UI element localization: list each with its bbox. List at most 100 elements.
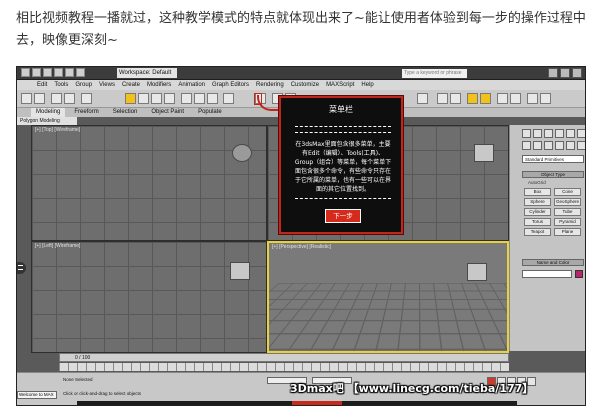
modify-tab-icon[interactable]	[533, 129, 542, 138]
tab-populate[interactable]: Populate	[193, 108, 227, 117]
reference-coord-dropdown[interactable]	[223, 93, 234, 104]
render-frame-icon[interactable]	[527, 93, 538, 104]
menu-modifiers[interactable]: Modifiers	[147, 82, 171, 88]
object-type-rollout[interactable]: Object Type	[522, 171, 584, 178]
viewport-left-label[interactable]: [+] [Left] [Wireframe]	[35, 243, 80, 249]
name-color-rollout[interactable]: Name and Color	[522, 259, 584, 266]
create-tab-icon[interactable]	[522, 129, 531, 138]
save-file-icon[interactable]	[54, 68, 63, 77]
tab-modeling[interactable]: Modeling	[31, 108, 66, 117]
lights-icon[interactable]	[544, 141, 553, 150]
selection-filter-dropdown[interactable]	[81, 93, 92, 104]
helpers-icon[interactable]	[566, 141, 575, 150]
render-setup-icon[interactable]	[510, 93, 521, 104]
viewport-perspective-label[interactable]: [+] [Perspective] [Realistic]	[272, 244, 331, 250]
tab-object-paint[interactable]: Object Paint	[146, 108, 189, 117]
curve-editor-icon[interactable]	[480, 93, 491, 104]
menu-edit[interactable]: Edit	[37, 82, 47, 88]
viewcube-icon[interactable]	[474, 144, 494, 162]
redo-tool-icon[interactable]	[34, 93, 45, 104]
menu-tools[interactable]: Tools	[54, 82, 68, 88]
named-selection-set-dropdown[interactable]	[417, 93, 428, 104]
menu-rendering[interactable]: Rendering	[256, 82, 284, 88]
link-icon[interactable]	[51, 93, 62, 104]
cone-button[interactable]: Cone	[554, 188, 581, 196]
primitive-type-dropdown[interactable]: Standard Primitives	[522, 155, 584, 163]
viewcube-icon[interactable]	[230, 262, 250, 280]
material-editor-icon[interactable]	[497, 93, 508, 104]
geometry-icon[interactable]	[522, 141, 531, 150]
minimize-icon[interactable]	[548, 68, 558, 78]
viewport-top-label[interactable]: [+] [Top] [Wireframe]	[35, 127, 80, 133]
move-icon[interactable]	[181, 93, 192, 104]
scale-icon[interactable]	[207, 93, 218, 104]
hierarchy-tab-icon[interactable]	[544, 129, 553, 138]
cylinder-button[interactable]: Cylinder	[524, 208, 551, 216]
app-logo-icon[interactable]	[21, 68, 30, 77]
menu-create[interactable]: Create	[122, 82, 140, 88]
timeline-ruler[interactable]	[59, 363, 509, 371]
tab-freeform[interactable]: Freeform	[69, 108, 103, 117]
collapse-handle-icon[interactable]	[17, 262, 26, 274]
workspace-selector[interactable]: Workspace: Default	[117, 68, 177, 78]
popup-body: 在3dsMax里面包含很多菜单，主要有Edit（编辑）、Tools(工具)、Gr…	[294, 141, 392, 193]
window-crossing-icon[interactable]	[164, 93, 175, 104]
viewport-left[interactable]: [+] [Left] [Wireframe]	[31, 241, 267, 353]
frame-counter: 0 / 100	[75, 355, 91, 361]
open-file-icon[interactable]	[43, 68, 52, 77]
menu-graph-editors[interactable]: Graph Editors	[212, 82, 249, 88]
unlink-icon[interactable]	[64, 93, 75, 104]
mirror-icon[interactable]	[437, 93, 448, 104]
autogrid-checkbox[interactable]: AutoGrid	[528, 180, 546, 185]
polygon-modeling-panel[interactable]: Polygon Modeling	[17, 117, 77, 125]
plane-button[interactable]: Plane	[554, 228, 581, 236]
select-by-name-icon[interactable]	[138, 93, 149, 104]
space-warps-icon[interactable]	[577, 141, 585, 150]
display-tab-icon[interactable]	[566, 129, 575, 138]
select-object-icon[interactable]	[125, 93, 136, 104]
shapes-icon[interactable]	[533, 141, 542, 150]
tube-button[interactable]: Tube	[554, 208, 581, 216]
viewport-top[interactable]: [+] [Top] [Wireframe]	[31, 125, 267, 241]
object-name-field[interactable]	[522, 270, 572, 278]
geosphere-button[interactable]: GeoSphere	[554, 198, 581, 206]
box-button[interactable]: Box	[524, 188, 551, 196]
rotate-icon[interactable]	[194, 93, 205, 104]
viewport-perspective[interactable]: [+] [Perspective] [Realistic]	[267, 241, 509, 353]
layer-manager-icon[interactable]	[467, 93, 478, 104]
maximize-icon[interactable]	[560, 68, 570, 78]
taskbar	[77, 401, 517, 405]
time-slider[interactable]: 0 / 100	[59, 353, 509, 362]
cameras-icon[interactable]	[555, 141, 564, 150]
teapot-button[interactable]: Teapot	[524, 228, 551, 236]
utilities-tab-icon[interactable]	[577, 129, 585, 138]
torus-button[interactable]: Torus	[524, 218, 551, 226]
render-icon[interactable]	[540, 93, 551, 104]
object-color-swatch[interactable]	[575, 270, 583, 278]
taskbar-thumbnail[interactable]	[292, 401, 342, 405]
menu-group[interactable]: Group	[75, 82, 92, 88]
undo-icon[interactable]	[65, 68, 74, 77]
undo-tool-icon[interactable]	[21, 93, 32, 104]
close-icon[interactable]	[572, 68, 582, 78]
motion-tab-icon[interactable]	[555, 129, 564, 138]
sphere-button[interactable]: Sphere	[524, 198, 551, 206]
search-input[interactable]: Type a keyword or phrase	[402, 69, 467, 78]
menu-customize[interactable]: Customize	[291, 82, 319, 88]
create-categories	[522, 141, 585, 150]
new-file-icon[interactable]	[32, 68, 41, 77]
rectangular-selection-icon[interactable]	[151, 93, 162, 104]
viewcube-icon[interactable]	[232, 144, 252, 162]
popup-divider	[295, 126, 391, 127]
pyramid-button[interactable]: Pyramid	[554, 218, 581, 226]
menu-views[interactable]: Views	[99, 82, 115, 88]
maxscript-listener[interactable]: Welcome to MAX	[17, 391, 57, 399]
next-step-button[interactable]: 下一步	[325, 209, 361, 223]
tab-selection[interactable]: Selection	[108, 108, 143, 117]
menu-animation[interactable]: Animation	[178, 82, 205, 88]
viewcube-icon[interactable]	[467, 263, 487, 281]
menu-maxscript[interactable]: MAXScript	[326, 82, 354, 88]
redo-icon[interactable]	[76, 68, 85, 77]
menu-help[interactable]: Help	[361, 82, 373, 88]
align-icon[interactable]	[450, 93, 461, 104]
